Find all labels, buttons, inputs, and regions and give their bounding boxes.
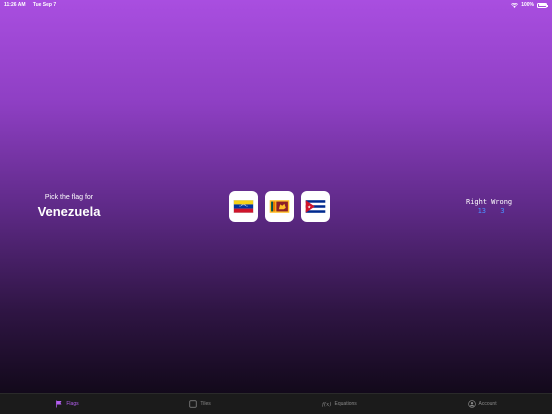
battery-percent: 100% — [521, 2, 534, 8]
cuba-flag-icon — [305, 200, 326, 213]
sri-lanka-flag-icon — [269, 200, 290, 213]
right-count: 13 — [477, 207, 486, 215]
tab-account[interactable]: Account — [467, 400, 497, 408]
tab-equations-label: Equations — [334, 401, 357, 407]
wifi-icon — [511, 2, 519, 8]
prompt-label: Pick the flag for — [44, 194, 94, 201]
status-bar: 11:26 AM Tue Sep 7 100% — [0, 0, 552, 10]
tab-bar: Flags Tiles f(x) Equations Account — [0, 393, 552, 414]
tile-icon — [189, 400, 197, 408]
tab-tiles[interactable]: Tiles — [189, 400, 211, 408]
venezuela-flag-icon — [233, 200, 254, 213]
svg-text:f(x): f(x) — [322, 401, 331, 408]
account-icon — [467, 400, 476, 408]
battery-icon — [537, 2, 548, 8]
flag-choices — [229, 191, 330, 222]
tab-account-label: Account — [478, 401, 497, 407]
question-prompt: Pick the flag for Venezuela — [33, 194, 105, 219]
country-name: Venezuela — [37, 204, 101, 219]
function-icon: f(x) — [322, 401, 331, 408]
status-date: Tue Sep 7 — [32, 2, 57, 8]
score-panel: Right Wrong 13 3 — [466, 198, 515, 215]
wrong-label: Wrong — [491, 198, 513, 206]
tab-flags[interactable]: Flags — [55, 400, 79, 408]
tab-flags-label: Flags — [66, 401, 79, 407]
status-time: 11:26 AM — [4, 2, 26, 8]
wrong-count: 3 — [500, 207, 505, 215]
tab-equations[interactable]: f(x) Equations — [322, 400, 357, 408]
flag-icon — [56, 400, 62, 408]
right-label: Right — [466, 198, 488, 206]
tab-tiles-label: Tiles — [200, 401, 211, 407]
flag-choice-venezuela[interactable] — [229, 191, 258, 222]
flag-choice-sri-lanka[interactable] — [265, 191, 294, 222]
flag-choice-cuba[interactable] — [301, 191, 330, 222]
